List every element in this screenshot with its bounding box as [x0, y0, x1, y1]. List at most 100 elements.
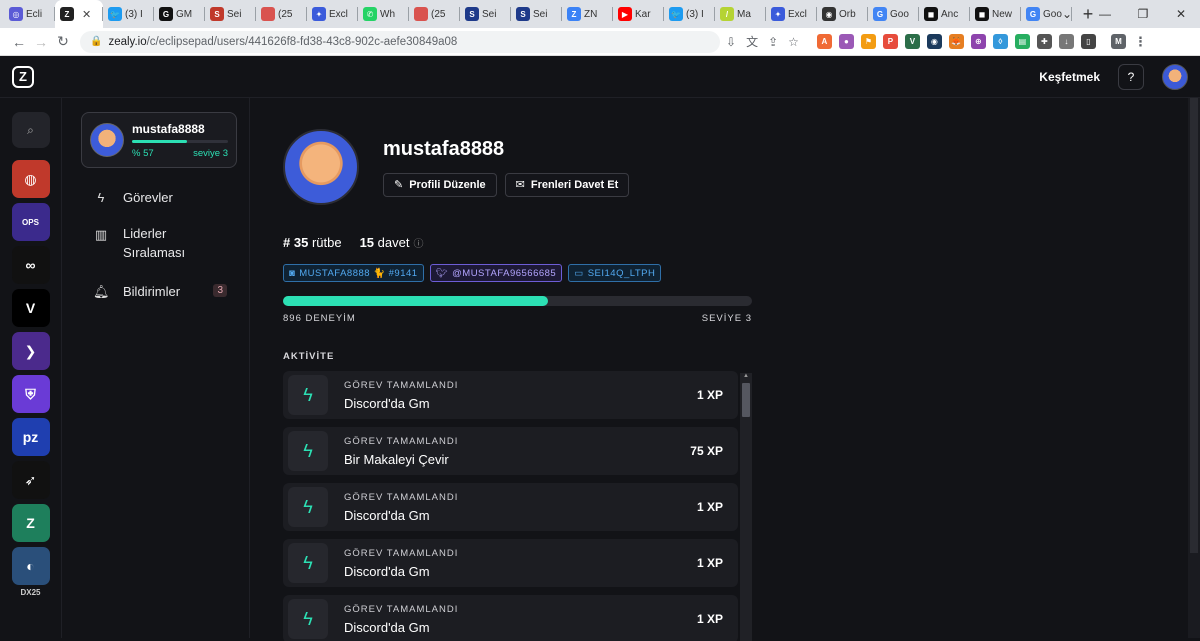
browser-tab[interactable]: ▶ Kar [613, 0, 664, 28]
download-icon[interactable]: ↓ [1058, 34, 1074, 49]
sidebar-item-leaderboard[interactable]: ▥ Liderler Sıralaması [81, 226, 237, 262]
sidepanel-icon[interactable]: ▯ [1080, 34, 1096, 49]
browser-tab[interactable]: ◼ Anc [919, 0, 970, 28]
community-red-swirl-icon[interactable]: ◍ [11, 160, 50, 198]
sidebar-item-quests[interactable]: ϟ Görevler [81, 190, 237, 205]
mail-icon: ✉ [515, 179, 525, 191]
invite-friends-label: Frenleri Davet Et [530, 178, 619, 191]
explore-link[interactable]: Keşfetmek [1039, 70, 1100, 84]
browser-tab[interactable]: ✦ Excl [307, 0, 358, 28]
community-search-icon[interactable]: ⌕ [11, 112, 50, 148]
community-bird-icon[interactable]: ➶ [11, 461, 50, 499]
browser-tab[interactable]: / Ma [715, 0, 766, 28]
profile-stats: # 35 rütbe 15 davet ⓘ [283, 235, 1188, 250]
url-field[interactable]: 🔒 zealy.io/c/eclipsepad/users/441626f8-f… [80, 30, 720, 53]
extension-icon[interactable]: ◉ [926, 34, 942, 49]
lock-icon[interactable]: 🔒 [90, 36, 102, 47]
translate-icon[interactable]: 文 [746, 33, 758, 50]
extension-icon[interactable]: ● [838, 34, 854, 49]
community-shield-icon[interactable]: ⛨ [11, 375, 50, 413]
browser-tab[interactable]: ✆ Wh [358, 0, 409, 28]
browser-tab[interactable]: ◉ Orb [817, 0, 868, 28]
tab-favicon-icon: G [159, 7, 173, 21]
browser-tab[interactable]: G Goo [868, 0, 919, 28]
community-dolphin-icon[interactable]: ◐ [11, 547, 50, 585]
reload-icon[interactable]: ↻ [52, 33, 74, 50]
browser-tab[interactable]: ◼ New [970, 0, 1021, 28]
scroll-up-icon[interactable]: ▲ [743, 373, 749, 379]
community-arrow-icon[interactable]: ❯ [11, 332, 50, 370]
browser-tab-bar: ◎ Ecli Z ✕ 🐦 (3) I G GM S Sei (25 ✦ Excl ✆ Wh (25 S Sei S S… [0, 0, 1200, 28]
twitter-chip[interactable]: 🐦︎ @MUSTAFA96566685 [429, 264, 563, 282]
activity-item[interactable]: ϟ GÖREV TAMAMLANDI Discord'da Gm 1 XP [283, 539, 738, 587]
activity-item[interactable]: ϟ GÖREV TAMAMLANDI Discord'da Gm 1 XP [283, 595, 738, 641]
extension-icon[interactable]: ◊ [992, 34, 1008, 49]
edit-profile-button[interactable]: ✎ Profili Düzenle [383, 172, 497, 197]
extension-icon[interactable]: A [816, 34, 832, 49]
bookmark-star-icon[interactable]: ☆ [788, 35, 799, 49]
browser-menu-icon[interactable]: ⋮ [1133, 34, 1148, 49]
browser-tab[interactable]: (25 [256, 0, 307, 28]
extension-icon[interactable]: P [882, 34, 898, 49]
browser-tab[interactable]: 🐦 (3) I [103, 0, 154, 28]
close-tab-icon[interactable]: ✕ [82, 8, 91, 21]
browser-tab[interactable]: ◎ Ecli [4, 0, 55, 28]
browser-tab[interactable]: S Sei [511, 0, 562, 28]
level-progress-bar [132, 139, 228, 143]
community-ops-icon[interactable]: OPS [11, 203, 50, 241]
community-planet-zealy-icon[interactable]: pz [11, 418, 50, 456]
browser-tab[interactable]: 🐦 (3) I [664, 0, 715, 28]
help-button[interactable]: ? [1118, 63, 1144, 90]
community-infinity-icon[interactable]: ∞ [11, 246, 50, 284]
close-window-icon[interactable]: ✕ [1162, 7, 1200, 21]
sidebar-item-label: Bildirimler [123, 284, 181, 299]
extension-icon[interactable]: ▤ [1014, 34, 1030, 49]
page-scrollbar[interactable] [1188, 98, 1200, 638]
install-icon[interactable]: ⇩ [726, 35, 736, 49]
user-card[interactable]: mustafa8888 % 57 seviye 3 [81, 112, 237, 168]
invite-friends-button[interactable]: ✉ Frenleri Davet Et [504, 172, 630, 197]
activity-xp: 1 XP [696, 500, 723, 514]
community-z-green-icon[interactable]: Z [11, 504, 50, 542]
info-icon[interactable]: ⓘ [413, 239, 423, 250]
maximize-icon[interactable]: ❐ [1124, 7, 1162, 21]
activity-xp: 75 XP [690, 444, 723, 458]
tab-label: ZN [584, 8, 598, 20]
tab-label: Excl [329, 8, 348, 20]
browser-tab[interactable]: ✦ Excl [766, 0, 817, 28]
back-icon[interactable]: ← [8, 34, 30, 50]
metamask-icon[interactable]: 🦊 [948, 34, 964, 49]
browser-tab[interactable]: S Sei [205, 0, 256, 28]
tab-label: Sei [533, 8, 548, 20]
tab-search-icon[interactable]: ⌄ [1048, 7, 1086, 21]
browser-tab[interactable]: G GM [154, 0, 205, 28]
browser-profile-avatar[interactable]: M [1110, 34, 1126, 49]
tab-favicon-icon: 🐦 [669, 7, 683, 21]
activity-item[interactable]: ϟ GÖREV TAMAMLANDI Bir Makaleyi Çevir 75 XP [283, 427, 738, 475]
community-v-logo-icon[interactable]: V [11, 289, 50, 327]
wallet-chip[interactable]: ▭ SEI14Q_LTPH [568, 264, 662, 282]
zealy-logo[interactable]: Z [12, 65, 34, 88]
browser-tab[interactable]: Z ZN [562, 0, 613, 28]
extension-icon[interactable]: ⊕ [970, 34, 986, 49]
activity-item[interactable]: ϟ GÖREV TAMAMLANDI Discord'da Gm 1 XP [283, 371, 738, 419]
browser-tab[interactable]: (25 [409, 0, 460, 28]
user-avatar[interactable] [1162, 63, 1188, 90]
browser-tab[interactable]: S Sei [460, 0, 511, 28]
share-icon[interactable]: ⇪ [768, 35, 778, 49]
tab-favicon-icon: 🐦 [108, 7, 122, 21]
discord-chip[interactable]: ◙ MUSTAFA8888 🐈 #9141 [283, 264, 424, 282]
activity-item[interactable]: ϟ GÖREV TAMAMLANDI Discord'da Gm 1 XP [283, 483, 738, 531]
minimize-icon[interactable]: — [1086, 7, 1124, 21]
sidebar-item-notifications[interactable]: 🔔︎ Bildirimler 3 [81, 284, 237, 300]
address-bar: ← → ↻ 🔒 zealy.io/c/eclipsepad/users/4416… [0, 28, 1200, 56]
extensions-puzzle-icon[interactable]: ✚ [1036, 34, 1052, 49]
forward-icon[interactable]: → [30, 34, 52, 50]
extension-icon[interactable]: V [904, 34, 920, 49]
activity-scrollbar[interactable]: ▲ [740, 373, 752, 641]
extension-icon[interactable]: ⚑ [860, 34, 876, 49]
lightning-icon: ϟ [97, 190, 105, 205]
sidebar: mustafa8888 % 57 seviye 3 ϟ Görevler ▥ L… [62, 98, 250, 638]
browser-tab[interactable]: Z ✕ [55, 0, 103, 28]
tab-favicon-icon: ◼ [924, 7, 938, 21]
